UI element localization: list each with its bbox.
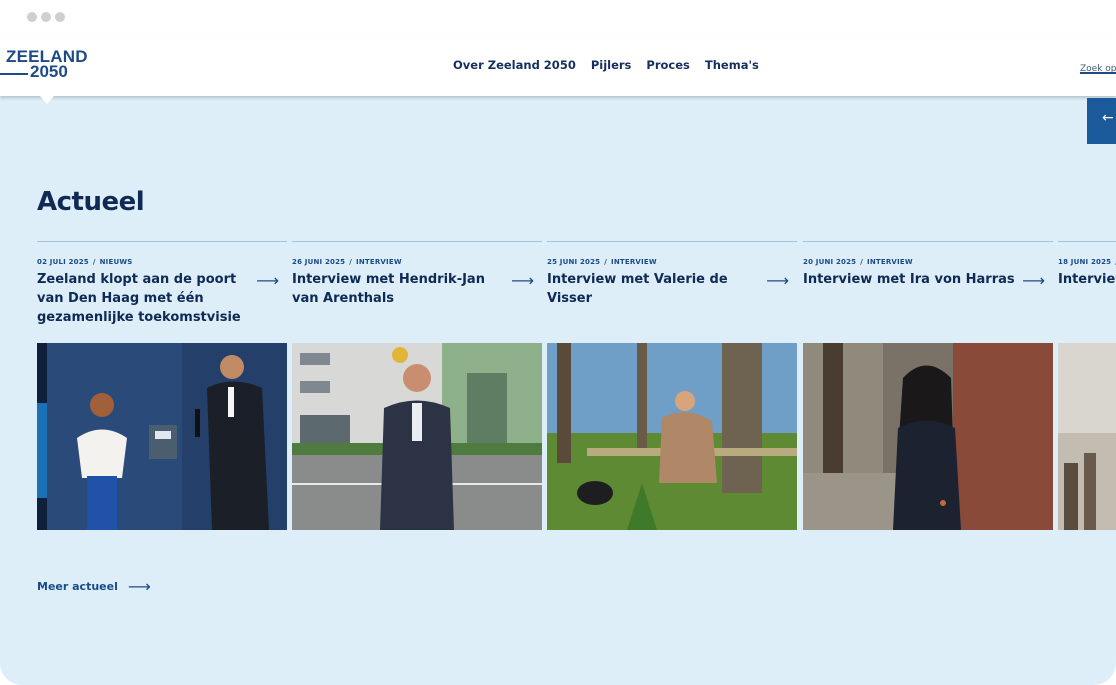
arrow-right-icon: ⟶ — [127, 577, 151, 596]
card-title[interactable]: Zeeland klopt aan de poort van Den Haag … — [37, 270, 251, 327]
logo-text-2050: 2050 — [30, 62, 68, 81]
zeeland-2050-logo[interactable]: ZEELAND 2050 — [0, 47, 100, 87]
nav-themas[interactable]: Thema's — [705, 58, 759, 72]
card-divider — [1058, 241, 1116, 242]
card-image-ceremony[interactable] — [37, 343, 287, 530]
news-card[interactable]: 20 JUNI 2025/INTERVIEW Interview met Ira… — [803, 241, 1053, 531]
header-caret — [40, 96, 54, 104]
search-placeholder: Zoek op — [1080, 64, 1116, 74]
section-title: Actueel — [37, 187, 145, 217]
card-divider — [547, 241, 797, 242]
logo-bar — [0, 73, 28, 75]
card-title[interactable]: Interview met Valerie de Visser — [547, 270, 761, 308]
side-tab-button[interactable]: ← — [1087, 98, 1116, 144]
card-title[interactable]: Interview — [1058, 270, 1116, 289]
site-header: ZEELAND 2050 Over Zeeland 2050 Pijlers P… — [0, 36, 1116, 96]
card-date: 18 JUNI 2025 — [1058, 258, 1112, 266]
card-meta: 26 JUNI 2025/INTERVIEW — [292, 258, 402, 266]
card-category: INTERVIEW — [867, 258, 913, 266]
arrow-right-icon[interactable]: ⟶ — [256, 271, 279, 290]
card-meta: 20 JUNI 2025/INTERVIEW — [803, 258, 913, 266]
browser-window: ZEELAND 2050 Over Zeeland 2050 Pijlers P… — [0, 0, 1116, 685]
arrow-left-icon: ← — [1102, 110, 1114, 126]
more-news-link[interactable]: Meer actueel ⟶ — [37, 577, 151, 596]
arrow-right-icon[interactable]: ⟶ — [511, 271, 534, 290]
meta-separator: / — [860, 258, 864, 266]
card-divider — [292, 241, 542, 242]
nav-proces[interactable]: Proces — [646, 58, 689, 72]
meta-separator: / — [349, 258, 353, 266]
card-meta: 02 JULI 2025/NIEUWS — [37, 258, 133, 266]
card-category: INTERVIEW — [611, 258, 657, 266]
card-date: 02 JULI 2025 — [37, 258, 89, 266]
card-category: INTERVIEW — [356, 258, 402, 266]
window-dot-maximize[interactable] — [55, 12, 65, 22]
card-image-hendrik-jan[interactable] — [292, 343, 542, 530]
meta-separator: / — [604, 258, 608, 266]
nav-over-zeeland-2050[interactable]: Over Zeeland 2050 — [453, 58, 576, 72]
news-card[interactable]: 26 JUNI 2025/INTERVIEW Interview met Hen… — [292, 241, 542, 531]
card-meta: 25 JUNI 2025/INTERVIEW — [547, 258, 657, 266]
card-date: 25 JUNI 2025 — [547, 258, 601, 266]
card-meta: 18 JUNI 2025/ — [1058, 258, 1116, 266]
news-card[interactable]: 02 JULI 2025/NIEUWS Zeeland klopt aan de… — [37, 241, 287, 531]
news-card[interactable]: 18 JUNI 2025/ Interview — [1058, 241, 1116, 531]
nav-pijlers[interactable]: Pijlers — [591, 58, 632, 72]
card-image-valerie[interactable] — [547, 343, 797, 530]
card-image-ira[interactable] — [803, 343, 1053, 530]
arrow-right-icon[interactable]: ⟶ — [1022, 271, 1045, 290]
card-divider — [803, 241, 1053, 242]
news-card[interactable]: 25 JUNI 2025/INTERVIEW Interview met Val… — [547, 241, 797, 531]
window-dot-minimize[interactable] — [41, 12, 51, 22]
arrow-right-icon[interactable]: ⟶ — [766, 271, 789, 290]
card-title[interactable]: Interview met Ira von Harras — [803, 270, 1017, 289]
search-input[interactable]: Zoek op — [1080, 56, 1116, 74]
card-category: NIEUWS — [99, 258, 133, 266]
card-image-beach[interactable] — [1058, 343, 1116, 530]
card-title[interactable]: Interview met Hendrik-Jan van Arenthals — [292, 270, 506, 308]
card-date: 26 JUNI 2025 — [292, 258, 346, 266]
card-date: 20 JUNI 2025 — [803, 258, 857, 266]
main-nav: Over Zeeland 2050 Pijlers Proces Thema's — [453, 58, 759, 72]
card-divider — [37, 241, 287, 242]
meta-separator: / — [92, 258, 96, 266]
window-dot-close[interactable] — [27, 12, 37, 22]
more-news-label: Meer actueel — [37, 580, 118, 593]
window-chrome — [0, 0, 1116, 36]
